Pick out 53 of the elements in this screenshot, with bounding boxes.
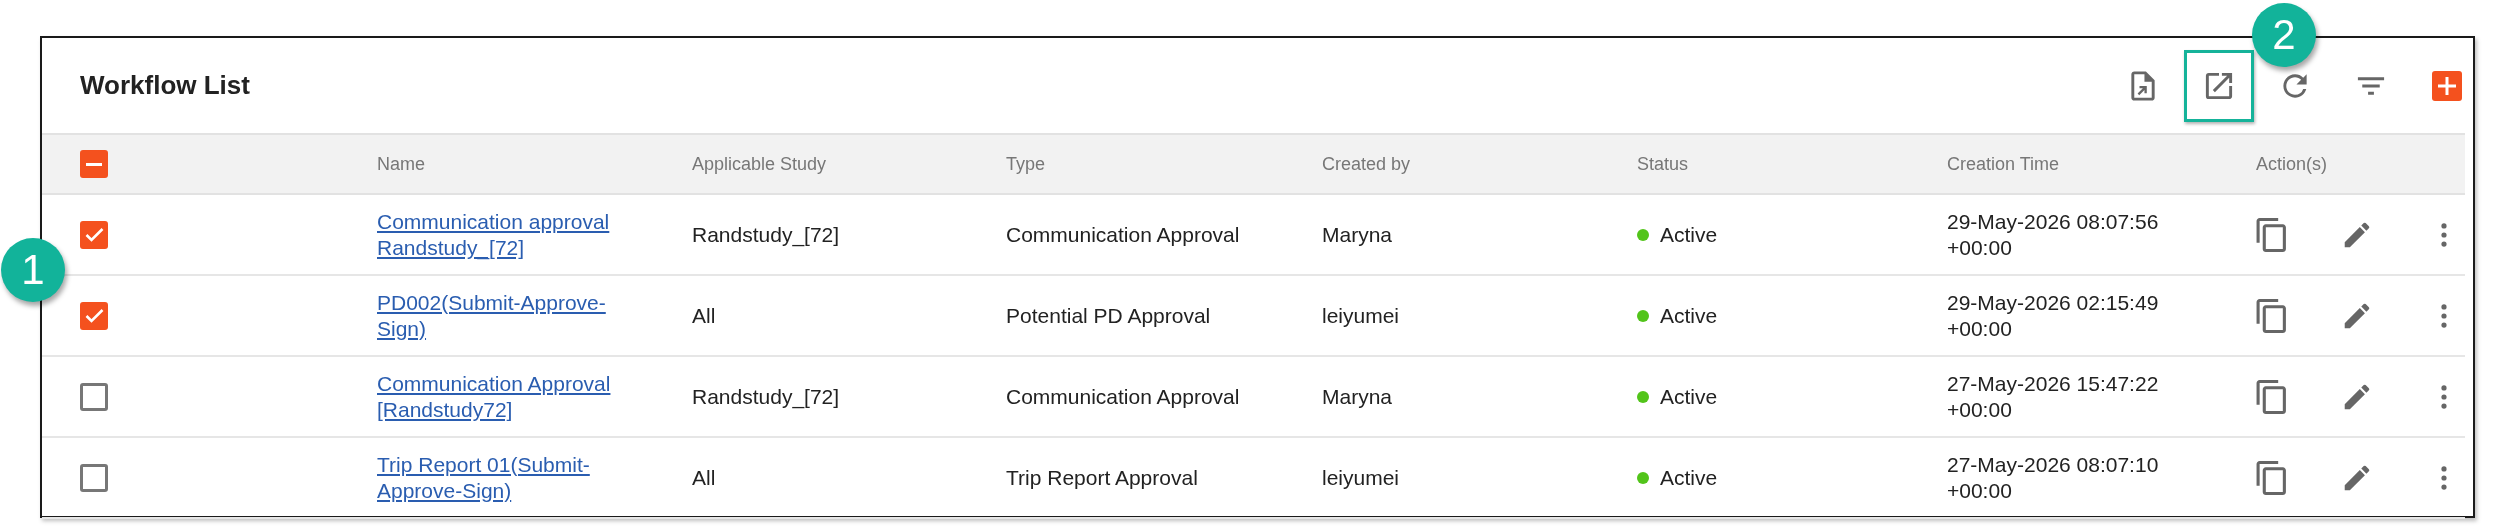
more-icon xyxy=(2440,221,2448,248)
copy-icon xyxy=(2256,298,2288,333)
column-header: Created by xyxy=(1322,153,1411,174)
more-icon xyxy=(2440,464,2448,491)
table-cell-text: 29-May-2026 08:07:56 +00:00 xyxy=(1947,208,2160,261)
more-icon xyxy=(2440,302,2448,329)
callout-marker: 1 xyxy=(1,238,65,302)
column-header: Creation Time xyxy=(1947,153,2060,174)
table-cell: Randstudy_[72] xyxy=(692,384,840,409)
open-in-new-button[interactable] xyxy=(2184,49,2254,122)
table-cell-text: 29-May-2026 02:15:49 +00:00 xyxy=(1947,289,2160,342)
column-header: Status xyxy=(1637,153,1689,174)
status-label: Active xyxy=(1660,222,1718,247)
file-export-icon xyxy=(2128,69,2158,102)
column-header: Type xyxy=(1006,153,1046,174)
copy-icon xyxy=(2256,379,2288,414)
checkbox[interactable] xyxy=(80,220,108,249)
table-cell-text: 27-May-2026 15:47:22 +00:00 xyxy=(1947,370,2160,423)
minus-icon xyxy=(86,162,102,166)
table-cell: Communication Approval xyxy=(1006,222,1240,247)
checkbox[interactable] xyxy=(80,150,108,178)
workflow-link[interactable]: PD002(Submit-Approve-Sign) xyxy=(377,289,627,342)
checkbox[interactable] xyxy=(80,301,108,330)
table-cell: All xyxy=(692,465,716,490)
workflow-link[interactable]: Communication approval Randstudy_[72] xyxy=(377,208,627,261)
column-header: Applicable Study xyxy=(692,153,827,174)
table-cell: Communication Approval xyxy=(1006,384,1240,409)
workflow-link[interactable]: Communication Approval [Randstudy72] xyxy=(377,370,627,423)
panel-title: Workflow List xyxy=(80,70,250,101)
table-cell: Trip Report Approval xyxy=(1006,465,1198,490)
table-cell: leiyumei xyxy=(1322,465,1400,490)
workflow-link[interactable]: Trip Report 01(Submit-Approve-Sign) xyxy=(377,451,627,504)
add-icon xyxy=(2432,69,2462,102)
more-icon xyxy=(2440,383,2448,410)
table-cell: Maryna xyxy=(1322,222,1393,247)
table-cell: Randstudy_[72] xyxy=(692,222,840,247)
column-header: Name xyxy=(377,153,425,174)
copy-icon xyxy=(2256,460,2288,495)
status-label: Active xyxy=(1660,303,1718,328)
checkbox[interactable] xyxy=(80,463,108,492)
check-icon xyxy=(84,308,104,323)
callout-marker: 2 xyxy=(2252,2,2316,67)
table-cell: leiyumei xyxy=(1322,303,1400,328)
table-cell: Maryna xyxy=(1322,384,1393,409)
status-label: Active xyxy=(1660,465,1718,490)
copy-icon xyxy=(2256,217,2288,252)
status-label: Active xyxy=(1660,384,1718,409)
table-cell: All xyxy=(692,303,716,328)
table-cell-text: 27-May-2026 08:07:10 +00:00 xyxy=(1947,451,2160,504)
column-header: Action(s) xyxy=(2256,153,2327,174)
check-icon xyxy=(84,227,104,242)
checkbox[interactable] xyxy=(80,382,108,411)
table-cell: Potential PD Approval xyxy=(1006,303,1211,328)
